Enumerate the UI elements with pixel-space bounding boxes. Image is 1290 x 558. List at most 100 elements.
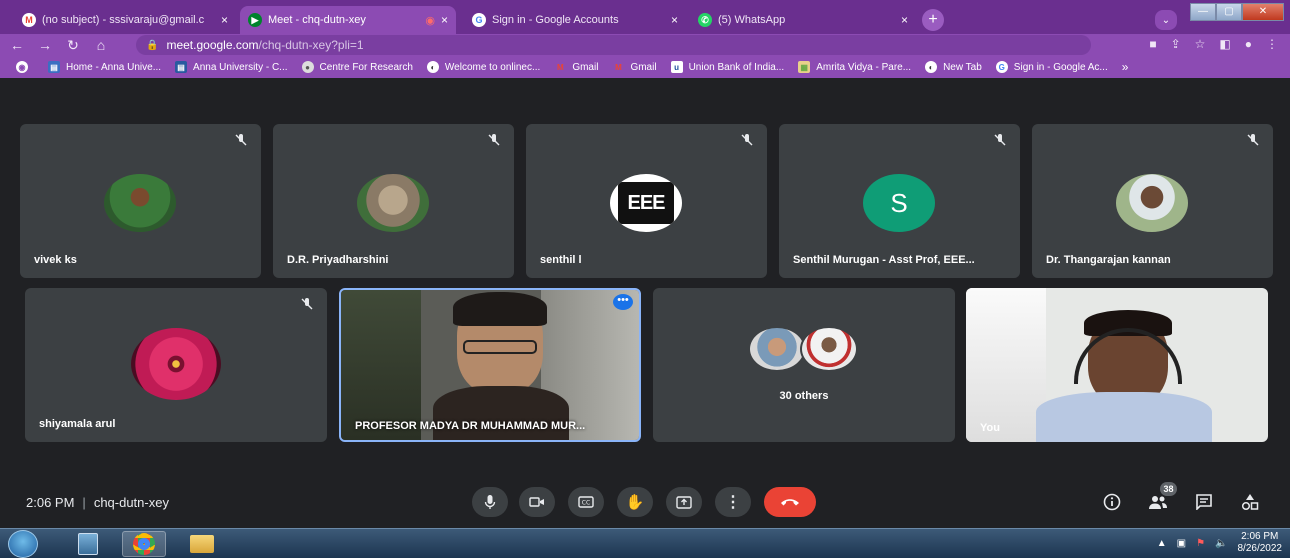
activities-button[interactable] (1238, 490, 1262, 514)
initial-avatar: S (863, 174, 935, 232)
participant-avatar (800, 326, 858, 372)
captions-button[interactable]: CC (568, 487, 604, 517)
wall-background (966, 288, 1046, 442)
close-window-icon[interactable]: ✕ (1242, 3, 1284, 21)
raise-hand-button[interactable]: ✋ (617, 487, 653, 517)
globe-icon: ◐ (925, 61, 938, 73)
url-field[interactable]: 🔒 meet.google.com/chq-dutn-xey?pli=1 (136, 35, 1091, 55)
recording-indicator-icon: ◉ (425, 14, 435, 27)
participant-tile[interactable]: S Senthil Murugan - Asst Prof, EEE... (779, 124, 1020, 278)
more-vert-icon: ⋮ (725, 494, 741, 511)
others-tile[interactable]: 30 others (653, 288, 955, 442)
bookmark-item[interactable]: ▦ Amrita Vidya - Pare... (798, 61, 911, 73)
speaker-glasses (463, 340, 537, 354)
microphone-button[interactable] (472, 487, 508, 517)
bookmark-star-icon[interactable]: ☆ (1195, 37, 1206, 51)
close-tab-icon[interactable]: × (441, 13, 448, 27)
tab-gmail[interactable]: M (no subject) - sssivaraju@gmail.c × (14, 6, 236, 34)
tab-title: Meet - chq-dutn-xey (268, 14, 366, 26)
meet-stage: vivek ks D.R. Priyadharshini EEE senthil… (0, 78, 1290, 528)
clock-time: 2:06 PM (1241, 531, 1279, 542)
minimize-icon[interactable]: — (1190, 3, 1216, 21)
chat-button[interactable] (1192, 490, 1216, 514)
start-button[interactable] (8, 530, 38, 558)
side-panel-icon[interactable]: ◧ (1219, 37, 1230, 51)
participant-avatar (104, 174, 176, 232)
volume-icon[interactable]: 🔈 (1215, 538, 1227, 549)
bookmarks-bar: ◉ ▤ Home - Anna Unive... ▤ Anna University… (0, 56, 1290, 78)
meeting-details-button[interactable] (1100, 490, 1124, 514)
participant-tile[interactable]: D.R. Priyadharshini (273, 124, 514, 278)
more-options-icon[interactable]: ••• (613, 294, 633, 310)
mic-off-icon (231, 130, 251, 150)
camera-icon (529, 497, 544, 507)
tab-whatsapp[interactable]: ✆ (5) WhatsApp × (690, 6, 916, 34)
close-tab-icon[interactable]: × (901, 13, 908, 27)
present-button[interactable] (666, 487, 702, 517)
profile-avatar-icon[interactable]: ● (1245, 37, 1252, 51)
bookmark-item[interactable]: u Union Bank of India... (670, 61, 784, 73)
more-options-button[interactable]: ⋮ (715, 487, 751, 517)
flower-avatar (131, 328, 221, 400)
show-hidden-icons-icon[interactable]: ▲ (1157, 538, 1167, 549)
tab-meet[interactable]: ▶ Meet - chq-dutn-xey ◉ × (240, 6, 456, 34)
camera-in-use-icon[interactable]: ■ (1149, 37, 1156, 51)
action-center-flag-icon[interactable]: ⚑ (1196, 538, 1205, 549)
bookmark-item[interactable]: ◐ Welcome to onlinec... (426, 61, 540, 73)
mic-off-icon (297, 294, 317, 314)
tab-title: (no subject) - sssivaraju@gmail.c (42, 14, 205, 26)
gmail-icon: M (22, 13, 36, 27)
bookmark-item[interactable]: ◐ New Tab (925, 61, 982, 73)
share-icon[interactable]: ⇪ (1171, 37, 1181, 51)
back-arrow-icon[interactable]: ← (6, 37, 28, 53)
chrome-taskbar-button[interactable] (122, 531, 166, 557)
maximize-icon[interactable]: ▢ (1216, 3, 1242, 21)
explorer-taskbar-button[interactable] (180, 531, 224, 557)
google-icon: G (995, 61, 1008, 73)
participant-name: Senthil Murugan - Asst Prof, EEE... (793, 254, 975, 266)
participant-tile[interactable]: EEE senthil l (526, 124, 767, 278)
self-view-tile[interactable]: You (966, 288, 1268, 442)
close-tab-icon[interactable]: × (671, 13, 678, 27)
svg-text:CC: CC (582, 500, 590, 507)
windows-taskbar: ▲ ▣ ⚑ 🔈 2:06 PM 8/26/2022 (0, 528, 1290, 558)
participant-tile[interactable]: Dr. Thangarajan kannan (1032, 124, 1273, 278)
bookmark-item[interactable]: ▤ Anna University - C... (175, 61, 288, 73)
participant-tile[interactable]: shiyamala arul (25, 288, 327, 442)
participant-avatar (357, 174, 429, 232)
browser-tab-strip: M (no subject) - sssivaraju@gmail.c × ▶ … (0, 0, 1290, 34)
tab-search-chevron-icon[interactable]: ⌄ (1155, 10, 1177, 30)
close-tab-icon[interactable]: × (221, 13, 228, 27)
taskbar-clock[interactable]: 2:06 PM 8/26/2022 (1238, 531, 1283, 555)
forward-arrow-icon[interactable]: → (34, 37, 56, 53)
bookmark-item[interactable]: ▤ Home - Anna Unive... (48, 61, 161, 73)
network-icon[interactable]: ▣ (1177, 538, 1186, 549)
apps-icon[interactable]: ◉ (16, 61, 34, 73)
home-icon[interactable]: ⌂ (90, 37, 112, 53)
participant-name: You (980, 422, 1000, 434)
active-speaker-tile[interactable]: ••• PROFESOR MADYA DR MUHAMMAD MUR... (339, 288, 641, 442)
participant-name: PROFESOR MADYA DR MUHAMMAD MUR... (355, 420, 586, 432)
mic-off-icon (484, 130, 504, 150)
tab-google-signin[interactable]: G Sign in - Google Accounts × (464, 6, 686, 34)
bookmarks-overflow-icon[interactable]: » (1122, 60, 1129, 74)
mic-off-icon (990, 130, 1010, 150)
reload-icon[interactable]: ↻ (62, 37, 84, 54)
eee-logo-avatar: EEE (610, 174, 682, 232)
meeting-code: chq-dutn-xey (93, 495, 169, 510)
camera-button[interactable] (519, 487, 555, 517)
new-tab-button[interactable]: + (922, 9, 944, 31)
speaker-hair (453, 292, 547, 326)
more-menu-icon[interactable]: ⋮ (1266, 37, 1278, 51)
clock-date: 8/26/2022 (1237, 543, 1283, 554)
bookmark-item[interactable]: M Gmail (554, 61, 598, 73)
raise-hand-icon: ✋ (625, 494, 645, 511)
calculator-taskbar-button[interactable] (66, 531, 110, 557)
leave-call-button[interactable] (764, 487, 816, 517)
bookmark-item[interactable]: M Gmail (612, 61, 656, 73)
whatsapp-icon: ✆ (698, 13, 712, 27)
participant-tile[interactable]: vivek ks (20, 124, 261, 278)
site-icon: ● (301, 61, 314, 73)
bookmark-item[interactable]: ● Centre For Research (301, 61, 413, 73)
bookmark-item[interactable]: G Sign in - Google Ac... (995, 61, 1108, 73)
